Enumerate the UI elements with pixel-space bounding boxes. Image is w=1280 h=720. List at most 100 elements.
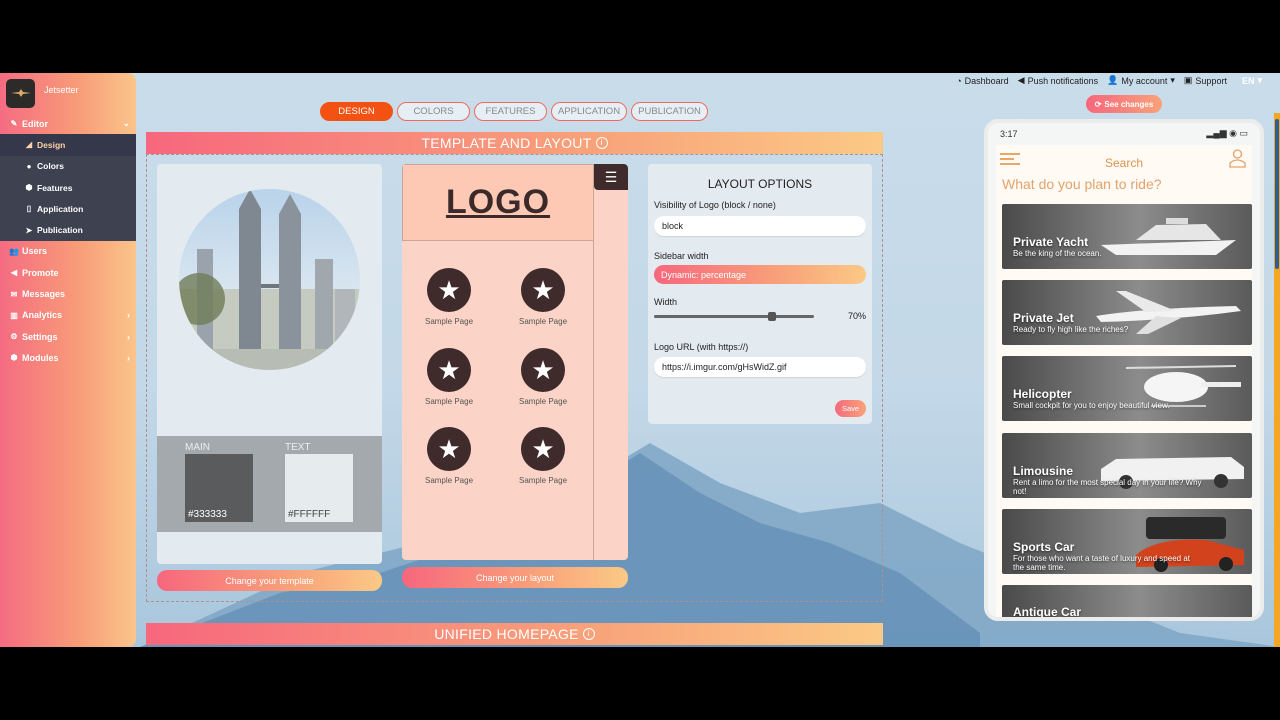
palette-icon: ● <box>26 161 32 171</box>
send-icon: ➤ <box>25 225 33 235</box>
user-icon[interactable] <box>1229 148 1246 168</box>
my-account-dropdown[interactable]: 👤 My account ▾ <box>1107 75 1175 86</box>
tab-colors[interactable]: COLORS <box>397 102 470 121</box>
section-title: UNIFIED HOMEPAGE <box>434 626 579 642</box>
sidebar-item-promote[interactable]: ◀ Promote <box>0 262 136 283</box>
star-icon: ★ <box>427 348 471 392</box>
chevron-right-icon: › <box>127 331 130 342</box>
star-icon: ★ <box>427 268 471 312</box>
width-value: 70% <box>847 311 866 321</box>
sample-page-item[interactable]: ★ Sample Page <box>503 427 583 485</box>
sidebar-item-colors[interactable]: ● Colors <box>0 156 136 177</box>
page-scrollbar[interactable] <box>1274 113 1280 647</box>
template-color-panel: MAIN #333333 TEXT #FFFFFF <box>157 436 382 532</box>
sample-page-item[interactable]: ★ Sample Page <box>409 268 489 326</box>
change-template-button[interactable]: Change your template <box>157 570 382 591</box>
language-dropdown[interactable]: EN ▾ <box>1242 75 1262 86</box>
logo-url-input[interactable]: https://i.imgur.com/gHsWidZ.gif <box>654 357 866 377</box>
text-color-swatch[interactable]: #FFFFFF <box>285 454 353 522</box>
chevron-right-icon: › <box>127 352 130 363</box>
sample-page-item[interactable]: ★ Sample Page <box>503 348 583 406</box>
layout-preview-card[interactable]: LOGO ☰ ★ Sample Page ★ Sample Page ★ Sam… <box>402 164 628 560</box>
sidebar-item-label: Promote <box>22 267 59 278</box>
vehicle-card[interactable]: Private Jet Ready to fly high like the r… <box>1002 280 1252 345</box>
vehicle-title: Sports Car <box>1013 540 1075 554</box>
info-icon[interactable]: i <box>595 137 608 149</box>
sidebar-item-users[interactable]: 👥 Users <box>0 241 136 262</box>
see-changes-label: See changes <box>1104 99 1154 109</box>
main-color-swatch[interactable]: #333333 <box>185 454 253 522</box>
caret-down-icon: ▾ <box>1170 75 1175 85</box>
sidebar-item-label: Editor <box>22 118 48 129</box>
vehicle-title: Antique Car <box>1013 605 1082 619</box>
vehicle-card[interactable]: Sports Car For those who want a taste of… <box>1002 509 1252 574</box>
sidebar-item-label: Users <box>22 246 48 257</box>
logo-visibility-label: Visibility of Logo (block / none) <box>654 200 776 210</box>
gear-icon: ⚙ <box>10 332 18 342</box>
sidebar-width-select[interactable]: Dynamic: percentage <box>654 265 866 284</box>
phone-time: 3:17 <box>1000 129 1018 139</box>
phone-title: Search <box>1104 156 1144 170</box>
sidebar-width-label: Sidebar width <box>654 251 709 261</box>
section-title: TEMPLATE AND LAYOUT <box>421 135 592 151</box>
tab-application[interactable]: APPLICATION <box>551 102 627 121</box>
sidebar-item-label: Publication <box>37 225 83 236</box>
width-slider[interactable] <box>654 312 814 321</box>
sidebar-item-messages[interactable]: ✉ Messages <box>0 283 136 304</box>
sample-page-item[interactable]: ★ Sample Page <box>409 427 489 485</box>
width-label: Width <box>654 297 678 307</box>
tab-publication[interactable]: PUBLICATION <box>631 102 708 121</box>
logo-visibility-input[interactable]: block <box>654 216 866 236</box>
push-notifications-link[interactable]: ◀ Push notifications <box>1018 75 1098 86</box>
cubes-icon: ⬢ <box>10 353 18 363</box>
vehicle-subtitle: Be the king of the ocean. <box>1013 249 1102 258</box>
logo-area: LOGO <box>402 164 594 241</box>
brand[interactable]: Jetsetter <box>0 73 136 113</box>
sidebar-item-publication[interactable]: ➤ Publication <box>0 219 136 240</box>
sidebar-item-design[interactable]: ◢ Design <box>0 134 136 156</box>
tab-features[interactable]: FEATURES <box>474 102 547 121</box>
sidebar-rail <box>593 241 594 560</box>
vehicle-card[interactable]: Antique Car <box>1002 585 1252 619</box>
change-layout-button[interactable]: Change your layout <box>402 567 628 588</box>
sidebar-item-analytics[interactable]: ▥ Analytics › <box>0 305 136 326</box>
vehicle-card[interactable]: Limousine Rent a limo for the most speci… <box>1002 433 1252 498</box>
sidebar-item-editor[interactable]: ✎ Editor ⌄ <box>0 113 136 134</box>
phone-question: What do you plan to ride? <box>1002 176 1162 192</box>
sample-page-label: Sample Page <box>424 317 474 326</box>
star-icon: ★ <box>521 348 565 392</box>
vehicle-title: Helicopter <box>1013 387 1072 401</box>
sidebar-item-modules[interactable]: ⬢ Modules › <box>0 347 136 368</box>
sidebar-item-label: Settings <box>22 331 58 342</box>
sidebar-item-features[interactable]: ⬢ Features <box>0 177 136 198</box>
hamburger-menu-icon[interactable]: ☰ <box>594 164 628 190</box>
vehicle-card[interactable]: Private Yacht Be the king of the ocean. <box>1002 204 1252 269</box>
tab-design[interactable]: DESIGN <box>320 102 393 121</box>
sample-page-item[interactable]: ★ Sample Page <box>409 348 489 406</box>
cube-icon: ⬢ <box>25 183 33 193</box>
refresh-icon: ⟳ <box>1094 99 1102 109</box>
vehicle-title: Private Yacht <box>1013 235 1089 249</box>
support-link[interactable]: ▣ Support <box>1184 75 1227 86</box>
template-section-header: TEMPLATE AND LAYOUT i <box>146 132 883 154</box>
save-button[interactable]: Save <box>835 400 866 417</box>
phone-app-screen: Search What do you plan to ride? Private… <box>996 145 1252 619</box>
see-changes-button[interactable]: ⟳ See changes <box>1086 95 1162 113</box>
width-slider-handle[interactable] <box>768 312 776 321</box>
megaphone-icon: ◀ <box>10 268 18 278</box>
unified-homepage-header[interactable]: UNIFIED HOMEPAGE i <box>146 623 883 645</box>
sample-page-label: Sample Page <box>518 476 568 485</box>
sidebar-item-application[interactable]: ▯ Application <box>0 198 136 219</box>
scrollbar-thumb[interactable] <box>1275 119 1279 269</box>
dashboard-label: Dashboard <box>964 75 1009 86</box>
brand-name: Jetsetter <box>44 85 79 95</box>
vehicle-card[interactable]: Helicopter Small cockpit for you to enjo… <box>1002 356 1252 421</box>
sidebar-item-settings[interactable]: ⚙ Settings › <box>0 326 136 347</box>
dashboard-link[interactable]: ◔ Dashboard <box>956 75 1008 86</box>
sample-page-item[interactable]: ★ Sample Page <box>503 268 583 326</box>
main-color-code: #333333 <box>188 509 227 520</box>
info-icon[interactable]: i <box>582 628 595 640</box>
template-preview-card[interactable]: MAIN #333333 TEXT #FFFFFF <box>157 164 382 564</box>
push-label: Push notifications <box>1027 75 1099 86</box>
megaphone-icon: ◀ <box>1017 75 1025 85</box>
